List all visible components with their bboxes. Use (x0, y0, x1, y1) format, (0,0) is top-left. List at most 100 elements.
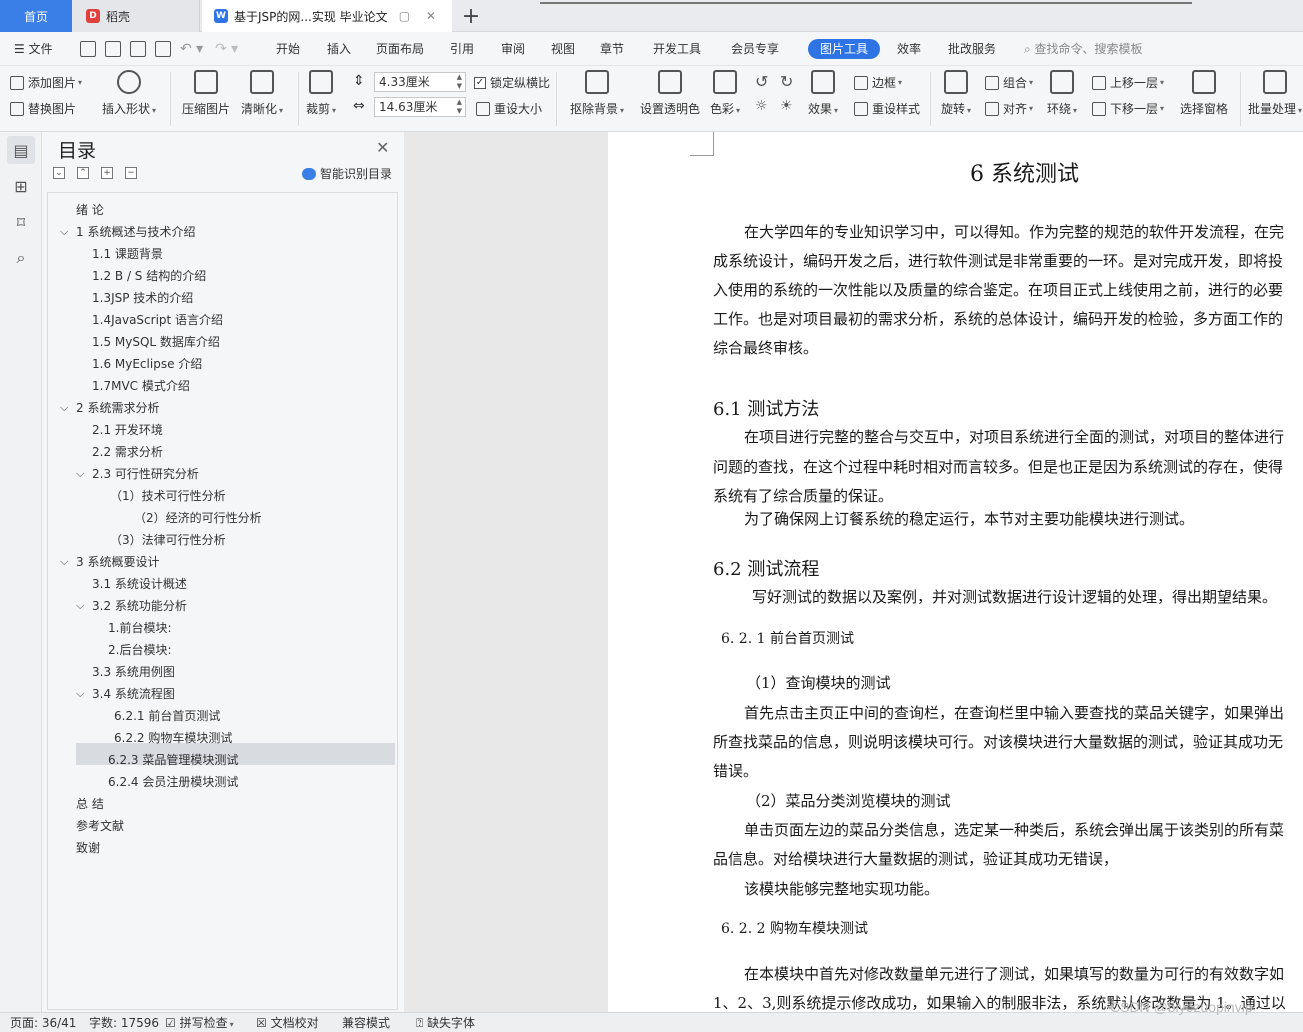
bring-forward-button[interactable]: 上移一层 ▾ (1092, 74, 1164, 91)
menu-start[interactable]: 开始 (276, 32, 300, 66)
rotate-right-icon[interactable]: ↻ (780, 72, 793, 91)
toc-item[interactable]: 6.2.4 会员注册模块测试 (108, 771, 238, 793)
toc-item[interactable]: 总 结 (76, 793, 104, 815)
file-menu[interactable]: ☰ 文件 (14, 32, 53, 66)
rotate-button[interactable]: 旋转 ▾ (941, 70, 971, 117)
toc-item[interactable]: 3.2 系统功能分析 (92, 595, 187, 617)
contrast-icon[interactable]: ☀ (780, 98, 793, 114)
sharpen-button[interactable]: 清晰化 ▾ (241, 70, 283, 117)
add-image-button[interactable]: 添加图片 ▾ (10, 74, 82, 91)
chevron-down-icon[interactable]: ⌵ (60, 397, 68, 419)
tab-close-icon[interactable]: ▢ ✕ (399, 9, 442, 23)
menu-picture-tools[interactable]: 图片工具 (808, 39, 881, 59)
chevron-down-icon[interactable]: ⌵ (76, 463, 84, 485)
toc-item[interactable]: 2.1 开发环境 (92, 419, 163, 441)
missing-font-button[interactable]: ⍰ 缺失字体 (416, 1013, 475, 1032)
toc-item[interactable]: 1.1 课题背景 (92, 243, 163, 265)
tab-docer[interactable]: D 稻壳 (72, 0, 200, 32)
undo-icon[interactable]: ↶ ▾ (180, 32, 203, 66)
lock-ratio-checkbox[interactable]: ✓ 锁定纵横比 (474, 74, 550, 91)
redo-icon[interactable]: ↷ ▾ (215, 32, 238, 66)
print-icon[interactable] (130, 41, 146, 57)
group-button[interactable]: 组合 ▾ (985, 74, 1033, 91)
toc-item[interactable]: 2.后台模块: (108, 639, 172, 661)
align-button[interactable]: 对齐 ▾ (985, 100, 1033, 117)
spell-check-button[interactable]: ☑ 拼写检查 ▾ (165, 1013, 234, 1032)
toc-item[interactable]: （3）法律可行性分析 (110, 529, 226, 551)
add-level-icon[interactable]: + (101, 167, 113, 179)
toc-item-selected[interactable]: 3.4 系统流程图 (92, 683, 175, 705)
expand-all-icon[interactable]: ⌃ (77, 167, 89, 179)
menu-page-layout[interactable]: 页面布局 (376, 32, 424, 66)
word-count[interactable]: 字数: 17596 (89, 1013, 159, 1032)
replace-image-button[interactable]: 替换图片 (10, 100, 76, 117)
toc-item[interactable]: 1.5 MySQL 数据库介绍 (92, 331, 220, 353)
document-page[interactable]: 6 系统测试 在大学四年的专业知识学习中，可以得知。作为完整的规范的软件开发流程… (608, 132, 1303, 1012)
toc-item[interactable]: 1.7MVC 模式介绍 (92, 375, 190, 397)
send-backward-button[interactable]: 下移一层 ▾ (1092, 100, 1164, 117)
toc-item[interactable]: 1.6 MyEclipse 介绍 (92, 353, 202, 375)
color-button[interactable]: 色彩 ▾ (710, 70, 740, 117)
toc-item[interactable]: 3.1 系统设计概述 (92, 573, 187, 595)
new-tab-button[interactable]: + (455, 0, 487, 32)
chevron-down-icon[interactable]: ⌵ (60, 221, 68, 243)
bookmark-icon[interactable]: ⌑ (7, 208, 35, 236)
chevron-down-icon[interactable]: ⌵ (60, 551, 68, 573)
chevron-down-icon[interactable]: ⌵ (76, 595, 84, 617)
toc-item[interactable]: 1.3JSP 技术的介绍 (92, 287, 193, 309)
border-button[interactable]: 边框 ▾ (854, 74, 902, 91)
toc-item[interactable]: 2.3 可行性研究分析 (92, 463, 199, 485)
menu-insert[interactable]: 插入 (327, 32, 351, 66)
save-icon[interactable] (80, 41, 96, 57)
batch-process-button[interactable]: 批量处理 ▾ (1248, 70, 1302, 117)
export-pdf-icon[interactable] (105, 41, 121, 57)
tab-home[interactable]: 首页 (0, 0, 72, 32)
toc-item[interactable]: 参考文献 (76, 815, 124, 837)
close-icon[interactable]: ✕ (376, 138, 389, 157)
toc-item[interactable]: 致谢 (76, 837, 100, 859)
remove-level-icon[interactable]: − (125, 167, 137, 179)
insert-shape-button[interactable]: 插入形状 ▾ (102, 70, 156, 117)
print-preview-icon[interactable] (155, 41, 171, 57)
remove-background-button[interactable]: 抠除背景 ▾ (570, 70, 624, 117)
page-count[interactable]: 页面: 36/41 (10, 1013, 76, 1032)
toc-panel-icon[interactable]: ▤ (7, 136, 35, 164)
menu-view[interactable]: 视图 (551, 32, 575, 66)
smart-toc-button[interactable]: 智能识别目录 (302, 165, 392, 182)
toc-item[interactable]: 绪 论 (76, 199, 104, 221)
menu-review-service[interactable]: 批改服务 (948, 32, 996, 66)
command-search[interactable]: ⌕ 查找命令、搜索模板 (1024, 32, 1143, 66)
doc-proofread-button[interactable]: ☒ 文档校对 (256, 1013, 319, 1032)
toc-item[interactable]: 6.2.2 购物车模块测试 (114, 727, 232, 749)
reset-size-button[interactable]: 重设大小 (476, 100, 542, 117)
toc-item[interactable]: 1.4JavaScript 语言介绍 (92, 309, 223, 331)
toc-item[interactable]: 6.2.1 前台首页测试 (114, 705, 220, 727)
toc-item[interactable]: 2.2 需求分析 (92, 441, 163, 463)
toc-item[interactable]: 1.2 B / S 结构的介绍 (92, 265, 206, 287)
chevron-down-icon[interactable]: ⌵ (76, 683, 84, 705)
toc-item[interactable]: 2 系统需求分析 (76, 397, 159, 419)
toc-item[interactable]: 3 系统概要设计 (76, 551, 159, 573)
selection-pane-button[interactable]: 选择窗格 (1180, 70, 1228, 117)
tab-document[interactable]: W 基于JSP的网...实现 毕业论文 ▢ ✕ (202, 0, 452, 32)
reset-style-button[interactable]: 重设样式 (854, 100, 920, 117)
collapse-all-icon[interactable]: ⌄ (53, 167, 65, 179)
spin-arrows-icon[interactable]: ▲ ▼ (457, 98, 462, 116)
menu-review[interactable]: 审阅 (501, 32, 525, 66)
menu-dev-tools[interactable]: 开发工具 (653, 32, 701, 66)
wrap-button[interactable]: 环绕 ▾ (1047, 70, 1077, 117)
search-icon[interactable]: ⌕ (7, 244, 35, 272)
toc-item[interactable]: （1）技术可行性分析 (110, 485, 226, 507)
toc-item[interactable]: 6.2.3 菜品管理模块测试 (108, 749, 238, 771)
spin-arrows-icon[interactable]: ▲ ▼ (457, 73, 462, 91)
toc-item[interactable]: （2）经济的可行性分析 (134, 507, 262, 529)
toc-item[interactable]: 1 系统概述与技术介绍 (76, 221, 195, 243)
set-transparent-button[interactable]: 设置透明色 (640, 70, 700, 117)
rotate-left-icon[interactable]: ↺ (755, 72, 768, 91)
height-field[interactable]: 4.33厘米 ▲ ▼ (374, 72, 466, 92)
menu-efficiency[interactable]: 效率 (897, 32, 921, 66)
toc-item[interactable]: 3.3 系统用例图 (92, 661, 175, 683)
effects-button[interactable]: 效果 ▾ (808, 70, 838, 117)
crop-button[interactable]: 裁剪 ▾ (306, 70, 336, 117)
menu-chapter[interactable]: 章节 (600, 32, 624, 66)
